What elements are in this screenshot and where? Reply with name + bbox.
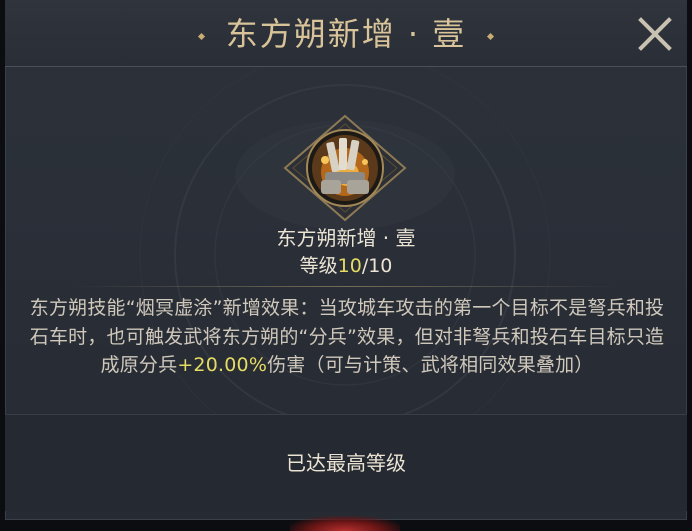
skill-description: 东方朔技能“烟冥虚涂”新增效果：当攻城车攻击的第一个目标不是弩兵和投石车时，也可…: [27, 294, 667, 380]
max-level-status: 已达最高等级: [286, 451, 406, 475]
level-label: 等级: [299, 255, 338, 277]
dialog-title-text: 东方朔新增 · 壹: [225, 15, 467, 53]
title-right-ornament: [487, 32, 495, 40]
skill-icon-frame: [281, 114, 409, 222]
description-bonus-value: +20.00%: [177, 354, 268, 376]
description-text-end: 伤害（可与计策、武将相同效果叠加）: [267, 354, 594, 376]
dialog-title: 东方朔新增 · 壹: [5, 14, 687, 54]
siege-claw-icon: [283, 114, 407, 222]
bottom-glow-decoration: [290, 516, 400, 531]
close-icon: [638, 17, 672, 51]
upgrade-dialog: 东方朔新增 · 壹 东方朔新增 · 壹 等级10/10 东方朔技能“烟冥虚涂”新…: [5, 0, 687, 520]
dialog-footer: 已达最高等级: [5, 414, 687, 511]
level-max: /10: [361, 255, 393, 277]
level-current: 10: [337, 255, 362, 277]
divider: [75, 286, 617, 287]
title-left-ornament: [197, 32, 205, 40]
close-button[interactable]: [629, 8, 681, 60]
skill-name: 东方朔新增 · 壹: [276, 226, 416, 250]
dialog-header: 东方朔新增 · 壹: [5, 0, 687, 67]
skill-level: 等级10/10: [5, 253, 687, 279]
